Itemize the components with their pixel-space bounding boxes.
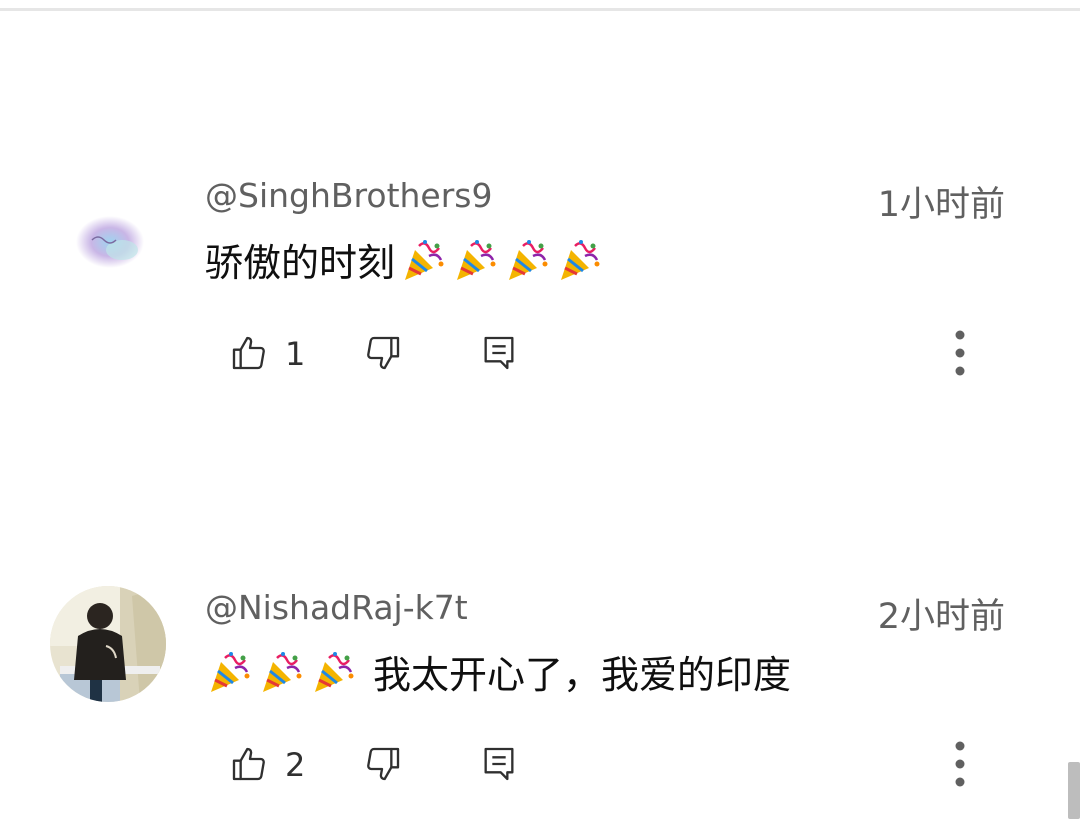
thumbs-down-icon — [363, 744, 403, 788]
scrollbar[interactable] — [1068, 762, 1080, 819]
comment-text: 我太开心了，我爱的印度 — [205, 644, 791, 699]
thumbs-down-icon — [363, 333, 403, 377]
comment-time: 2小时前 — [877, 597, 1005, 637]
party-popper-icon — [451, 236, 499, 284]
party-popper-icon — [399, 236, 447, 284]
thumbs-up-icon — [229, 333, 269, 377]
more-vert-icon — [950, 327, 970, 383]
reply-button[interactable] — [474, 738, 524, 794]
party-popper-icon — [503, 236, 551, 284]
party-popper-icon — [555, 236, 603, 284]
comment-actions: 2 — [0, 738, 1080, 794]
like-count: 1 — [285, 335, 306, 373]
party-popper-icon — [309, 648, 357, 696]
more-options-button[interactable] — [935, 738, 985, 794]
comment-text-content: 我太开心了，我爱的印度 — [373, 653, 792, 697]
comments-screen: @SinghBrothers9 1小时前 骄傲的时刻 1 @NishadRaj-… — [0, 0, 1080, 819]
like-count: 2 — [285, 746, 306, 784]
party-popper-icon — [205, 648, 253, 696]
comment-author[interactable]: @NishadRaj-k7t — [205, 588, 468, 627]
comment-actions: 1 — [0, 327, 1080, 383]
reply-icon — [479, 333, 519, 377]
reply-icon — [479, 744, 519, 788]
more-vert-icon — [950, 738, 970, 794]
comment-text: 骄傲的时刻 — [205, 232, 607, 287]
avatar[interactable] — [50, 586, 166, 702]
comment-item: @NishadRaj-k7t 2小时前 我太开心了，我爱的印度 2 — [0, 0, 1080, 787]
party-popper-icon — [257, 648, 305, 696]
more-options-button[interactable] — [935, 327, 985, 383]
dislike-button[interactable] — [358, 327, 408, 383]
like-button[interactable] — [224, 327, 274, 383]
reply-button[interactable] — [474, 327, 524, 383]
thumbs-up-icon — [229, 744, 269, 788]
like-button[interactable] — [224, 738, 274, 794]
comment-text-content: 骄傲的时刻 — [205, 241, 396, 285]
dislike-button[interactable] — [358, 738, 408, 794]
